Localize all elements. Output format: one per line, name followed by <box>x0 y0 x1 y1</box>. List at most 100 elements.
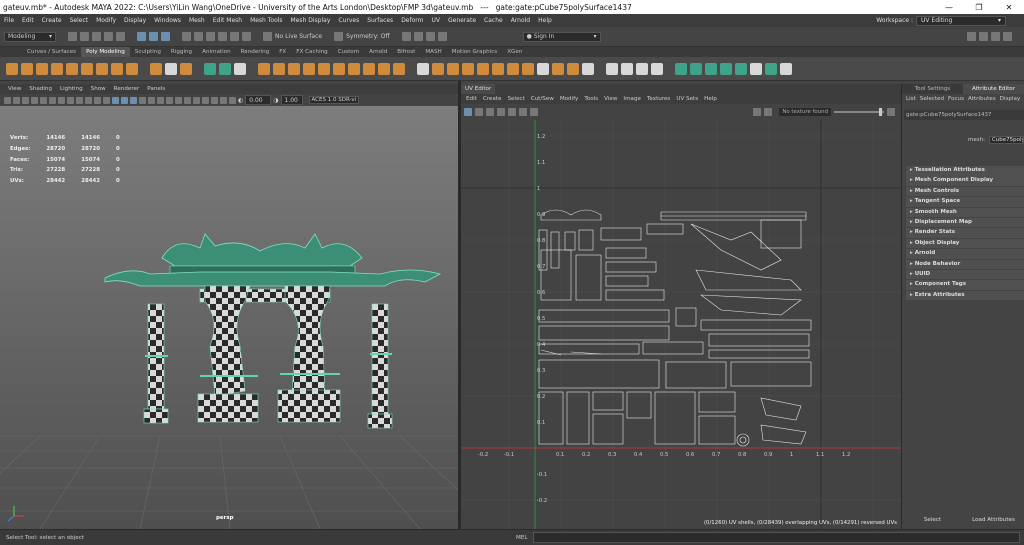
poly-pyramid-icon[interactable] <box>126 62 138 75</box>
camera-mapping-icon[interactable] <box>735 62 747 75</box>
shelf-tab-rigging[interactable]: Rigging <box>166 47 197 57</box>
menu-modify[interactable]: Modify <box>92 17 120 24</box>
insert-edge-loop-icon[interactable] <box>636 62 648 75</box>
menu-display[interactable]: Display <box>120 17 150 24</box>
shelf-tab-xgen[interactable]: XGen <box>502 47 527 57</box>
render-settings-icon[interactable] <box>425 32 435 41</box>
ae-node-tab[interactable]: gate:pCube75polySurface1437 <box>904 110 1024 120</box>
viewport-persp[interactable]: Verts: 14146 14146 0 Edges: 28720 28720 0 Face… <box>0 106 458 529</box>
undo-icon[interactable] <box>104 32 113 41</box>
ipr-render-icon[interactable] <box>413 32 423 41</box>
2d-pan-zoom-icon[interactable] <box>40 96 47 104</box>
uv-menu-select[interactable]: Select <box>504 96 527 102</box>
menu-curves[interactable]: Curves <box>334 17 363 24</box>
fill-hole-icon[interactable] <box>348 62 360 75</box>
boolean-difference-icon[interactable] <box>288 62 300 75</box>
spherical-mapping-icon[interactable] <box>720 62 732 75</box>
menu-cache[interactable]: Cache <box>480 17 507 24</box>
open-scene-icon[interactable] <box>80 32 89 41</box>
textured-icon[interactable] <box>139 96 146 104</box>
select-hierarchy-icon[interactable] <box>137 32 146 41</box>
image-dim-icon[interactable] <box>753 108 762 116</box>
shelf-tab-custom[interactable]: Custom <box>333 47 364 57</box>
vp-menu-panels[interactable]: Panels <box>143 86 169 92</box>
uv-menu-create[interactable]: Create <box>480 96 505 102</box>
load-attributes-button[interactable]: Load Attributes <box>963 517 1024 523</box>
uv-menu-cut-sew[interactable]: Cut/Sew <box>528 96 557 102</box>
new-scene-icon[interactable] <box>68 32 77 41</box>
field-chart-icon[interactable] <box>94 96 101 104</box>
menu-edit[interactable]: Edit <box>18 17 38 24</box>
cylindrical-mapping-icon[interactable] <box>705 62 717 75</box>
uv-menu-view[interactable]: View <box>601 96 620 102</box>
ae-menu-focus[interactable]: Focus <box>948 94 964 104</box>
platonic-solid-icon[interactable] <box>111 62 123 75</box>
extrude-icon[interactable] <box>378 62 390 75</box>
boolean-union-icon[interactable] <box>273 62 285 75</box>
retopologize-icon[interactable] <box>333 62 345 75</box>
ae-menu-list[interactable]: List <box>906 94 916 104</box>
menu-mesh-display[interactable]: Mesh Display <box>287 17 335 24</box>
ae-menu-attributes[interactable]: Attributes <box>968 94 996 104</box>
menu-file[interactable]: File <box>0 17 18 24</box>
section-object-display[interactable]: Object Display <box>906 238 1024 249</box>
shelf-tab-poly-modeling[interactable]: Poly Modeling <box>81 47 130 57</box>
mel-command-input[interactable] <box>533 532 1020 543</box>
shelf-tab-animation[interactable]: Animation <box>197 47 236 57</box>
snap-curve-icon[interactable] <box>194 32 203 41</box>
section-mesh-controls[interactable]: Mesh Controls <box>906 186 1024 197</box>
image-range-slider[interactable] <box>834 108 884 116</box>
uv-menu-textures[interactable]: Textures <box>644 96 673 102</box>
super-shape-icon[interactable] <box>150 62 162 75</box>
automatic-mapping-icon[interactable] <box>690 62 702 75</box>
mesh-name-field[interactable]: Cube75polySurf <box>988 136 1024 144</box>
uv-menu-uv-sets[interactable]: UV Sets <box>673 96 701 102</box>
menu-help[interactable]: Help <box>534 17 556 24</box>
tab-tool-settings[interactable]: Tool Settings <box>902 84 963 94</box>
select-component-icon[interactable] <box>161 32 170 41</box>
circularize-icon[interactable] <box>507 62 519 75</box>
menu-uv[interactable]: UV <box>428 17 445 24</box>
gamma-field[interactable]: 1.00 <box>280 95 303 105</box>
close-button[interactable]: ✕ <box>994 3 1024 12</box>
anti-aliasing-icon[interactable] <box>184 96 191 104</box>
menu-select[interactable]: Select <box>66 17 93 24</box>
smooth-shade-icon[interactable] <box>121 96 128 104</box>
svg-icon[interactable] <box>180 62 192 75</box>
poly-cone-icon[interactable] <box>51 62 63 75</box>
use-all-lights-icon[interactable] <box>148 96 155 104</box>
poly-torus-icon[interactable] <box>66 62 78 75</box>
uv-menu-image[interactable]: Image <box>620 96 644 102</box>
combine-icon[interactable] <box>204 62 216 75</box>
snap-surface-icon[interactable] <box>230 32 239 41</box>
section-uuid[interactable]: UUID <box>906 269 1024 280</box>
camera-attributes-icon[interactable] <box>13 96 20 104</box>
shelf-tab-bifrost[interactable]: Bifrost <box>392 47 420 57</box>
attribute-editor-icon[interactable] <box>991 32 1000 41</box>
chamfer-icon[interactable] <box>552 62 564 75</box>
uv-checker-icon[interactable] <box>508 108 516 116</box>
shelf-tab-curves-surfaces[interactable]: Curves / Surfaces <box>22 47 81 57</box>
menu-mesh[interactable]: Mesh <box>185 17 209 24</box>
bridge-icon[interactable] <box>393 62 405 75</box>
gate-mask-icon[interactable] <box>85 96 92 104</box>
backface-culling-icon[interactable] <box>229 96 236 104</box>
vp-menu-view[interactable]: View <box>4 86 25 92</box>
snap-point-icon[interactable] <box>206 32 215 41</box>
collapse-icon[interactable] <box>537 62 549 75</box>
smooth-icon[interactable] <box>258 62 270 75</box>
vp-menu-show[interactable]: Show <box>87 86 110 92</box>
render-frame-icon[interactable] <box>401 32 411 41</box>
grid-icon[interactable] <box>58 96 65 104</box>
uv-snapshot-icon[interactable] <box>519 108 527 116</box>
ae-menu-display[interactable]: Display <box>1000 94 1021 104</box>
menu-arnold[interactable]: Arnold <box>507 17 534 24</box>
motion-blur-icon[interactable] <box>175 96 182 104</box>
grease-pencil-icon[interactable] <box>49 96 56 104</box>
section-tessellation-attributes[interactable]: Tessellation Attributes <box>906 166 1024 176</box>
section-render-stats[interactable]: Render Stats <box>906 228 1024 238</box>
sign-in-dropdown[interactable]: ● Sign In ▾ <box>522 31 601 42</box>
section-component-tags[interactable]: Component Tags <box>906 280 1024 290</box>
shelf-tab-motion-graphics[interactable]: Motion Graphics <box>447 47 502 57</box>
vp-menu-renderer[interactable]: Renderer <box>110 86 144 92</box>
